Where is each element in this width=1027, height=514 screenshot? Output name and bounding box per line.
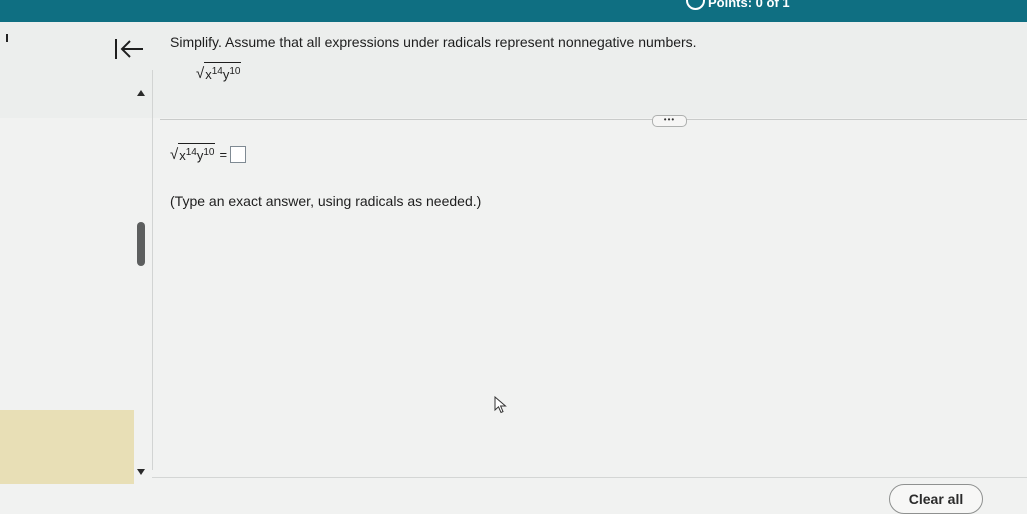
equals-sign: = [219,147,228,162]
radical-icon: √ [196,65,205,82]
radical-icon: √ [170,146,179,163]
top-banner: Points: 0 of 1 [0,0,1027,22]
answer-hint: (Type an exact answer, using radicals as… [170,193,482,209]
scroll-down-icon[interactable] [137,469,145,475]
exponent-y: 10 [229,66,241,77]
section-divider [160,119,1027,120]
points-status-icon [686,0,705,10]
exponent-x: 14 [185,147,197,158]
footer-divider [152,477,1027,478]
more-options-button[interactable]: ••• [652,115,687,127]
sidebar-highlight-panel [0,410,134,484]
sidebar-scrollbar-thumb[interactable] [137,222,145,266]
scroll-up-icon[interactable] [137,90,145,96]
clear-all-button[interactable]: Clear all [889,484,983,514]
mouse-pointer-icon [494,396,507,414]
answer-line: √ x14y10 = [170,143,247,164]
exponent-x: 14 [211,66,223,77]
given-expression: √ x14y10 [196,62,242,83]
points-label: Points: 0 of 1 [708,0,790,10]
exponent-y: 10 [203,147,215,158]
sidebar-divider [152,70,153,470]
answer-input[interactable] [230,146,247,163]
question-instruction: Simplify. Assume that all expressions un… [170,34,697,50]
